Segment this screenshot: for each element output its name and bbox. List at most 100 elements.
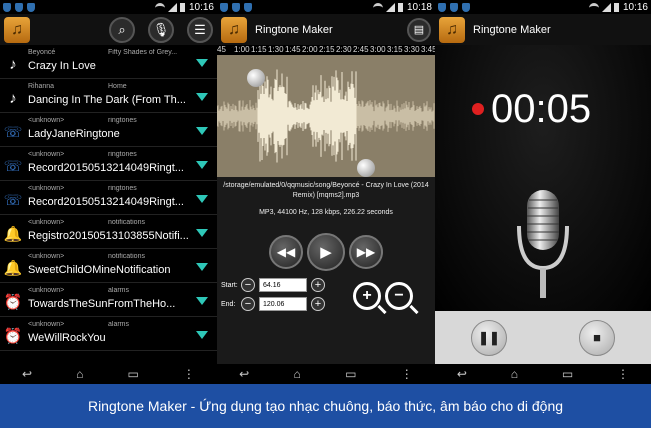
expand-arrow-icon[interactable] bbox=[196, 297, 208, 305]
home-icon[interactable]: ⌂ bbox=[511, 367, 518, 381]
home-icon[interactable]: ⌂ bbox=[294, 367, 301, 381]
ruler-tick-label: 1:45 bbox=[285, 45, 301, 54]
start-marker-handle[interactable] bbox=[247, 69, 265, 87]
recents-icon[interactable]: ▭ bbox=[345, 367, 356, 381]
fast-forward-button[interactable]: ▶▶ bbox=[349, 235, 383, 269]
zoom-in-button[interactable]: + bbox=[353, 282, 381, 310]
list-item[interactable]: 🔔 <unknown> notifications Registro201505131… bbox=[0, 215, 217, 249]
list-item[interactable]: ♪ Rihanna Home Dancing In The Dark (From Th… bbox=[0, 79, 217, 113]
list-item[interactable]: 🔔 <unknown> notifications SweetChildOMineNo… bbox=[0, 249, 217, 283]
start-input[interactable] bbox=[259, 278, 307, 292]
recorder-screen: 10:16 ♫ Ringtone Maker 00:05 ❚❚ ■ ↩ ⌂ ▭ … bbox=[435, 0, 651, 384]
toolbar: ♫ Ringtone Maker bbox=[435, 14, 651, 45]
shield-icon bbox=[462, 2, 470, 12]
list-item-title: Record20150513214049Ringt... bbox=[28, 162, 184, 174]
music-note-icon: ♪ bbox=[9, 55, 17, 73]
list-item-title: WeWillRockYou bbox=[28, 332, 106, 344]
list-item-title: Record20150513214049Ringt... bbox=[28, 196, 184, 208]
transport-controls: ◀◀ ▶ ▶▶ bbox=[217, 229, 435, 275]
wifi-icon bbox=[154, 3, 165, 11]
end-increment-button[interactable]: + bbox=[311, 297, 325, 311]
expand-arrow-icon[interactable] bbox=[196, 59, 208, 67]
zoom-out-button[interactable]: − bbox=[385, 282, 413, 310]
song-list: ♪ Beyoncé Fifty Shades of Grey... Crazy In … bbox=[0, 45, 217, 351]
list-item-artist: <unknown> bbox=[28, 321, 65, 328]
list-item-album: ringtones bbox=[108, 185, 137, 192]
signal-icon bbox=[601, 2, 611, 12]
list-item-artist: Rihanna bbox=[28, 83, 55, 90]
ruler-tick-label: 2:00 bbox=[302, 45, 318, 54]
save-button[interactable]: ▤ bbox=[407, 17, 431, 42]
list-item[interactable]: ☏ <unknown> ringtones Record20150513214049R… bbox=[0, 147, 217, 181]
nav-bar: ↩ ⌂ ▭ ⋮ bbox=[435, 364, 651, 384]
pause-button[interactable]: ❚❚ bbox=[471, 319, 507, 356]
battery-icon bbox=[397, 2, 403, 12]
waveform[interactable] bbox=[217, 55, 435, 177]
battery-icon bbox=[613, 2, 619, 12]
expand-arrow-icon[interactable] bbox=[196, 161, 208, 169]
expand-arrow-icon[interactable] bbox=[196, 127, 208, 135]
start-increment-button[interactable]: + bbox=[311, 278, 325, 292]
recording-indicator-icon bbox=[472, 103, 484, 115]
app-logo-icon[interactable]: ♫ bbox=[221, 16, 247, 43]
shield-icon bbox=[220, 2, 228, 12]
time-ruler: 45 1:00 1:15 1:30 1:45 2:00 2:15 2:30 2:45 3:00 3:… bbox=[217, 45, 435, 55]
list-item[interactable]: ☏ <unknown> ringtones Record20150513214049R… bbox=[0, 181, 217, 215]
end-input[interactable] bbox=[259, 297, 307, 311]
wifi-icon bbox=[588, 3, 599, 11]
microphone-icon: 🎙 bbox=[152, 21, 170, 37]
search-button[interactable]: ⌕ bbox=[109, 16, 135, 43]
bell-icon: 🔔 bbox=[3, 260, 23, 277]
expand-arrow-icon[interactable] bbox=[196, 195, 208, 203]
play-icon: ▶ bbox=[320, 244, 332, 261]
phone-icon: ☏ bbox=[3, 158, 23, 175]
end-decrement-button[interactable]: − bbox=[241, 297, 255, 311]
list-item-title: Crazy In Love bbox=[28, 60, 96, 72]
menu-button[interactable]: ☰ bbox=[187, 16, 213, 43]
caption-banner: Ringtone Maker - Ứng dụng tạo nhạc chuôn… bbox=[0, 384, 651, 428]
list-item-title: LadyJaneRingtone bbox=[28, 128, 120, 140]
list-item[interactable]: ☏ <unknown> ringtones LadyJaneRingtone bbox=[0, 113, 217, 147]
list-icon: ☰ bbox=[194, 21, 206, 37]
more-icon[interactable]: ⋮ bbox=[183, 367, 195, 381]
back-icon[interactable]: ↩ bbox=[22, 367, 32, 381]
app-logo-icon[interactable]: ♫ bbox=[4, 16, 30, 43]
clock: 10:16 bbox=[188, 1, 214, 13]
back-icon[interactable]: ↩ bbox=[457, 367, 467, 381]
ruler-tick-label: 3:15 bbox=[387, 45, 403, 54]
record-button[interactable]: 🎙 bbox=[148, 16, 174, 43]
recents-icon[interactable]: ▭ bbox=[128, 367, 139, 381]
start-decrement-button[interactable]: − bbox=[241, 278, 255, 292]
clock: 10:18 bbox=[406, 1, 432, 13]
ruler-tick-label: 1:15 bbox=[251, 45, 267, 54]
ruler-tick-label: 2:30 bbox=[336, 45, 352, 54]
list-item-title: Registro20150513103855Notifi... bbox=[28, 230, 188, 242]
list-item-artist: <unknown> bbox=[28, 185, 65, 192]
shield-icon bbox=[244, 2, 252, 12]
recents-icon[interactable]: ▭ bbox=[562, 367, 573, 381]
ruler-tick-label: 1:00 bbox=[234, 45, 250, 54]
expand-arrow-icon[interactable] bbox=[196, 229, 208, 237]
list-item[interactable]: ⏰ <unknown> alarms TowardsTheSunFromTheHo..… bbox=[0, 283, 217, 317]
home-icon[interactable]: ⌂ bbox=[76, 367, 83, 381]
back-icon[interactable]: ↩ bbox=[239, 367, 249, 381]
list-item[interactable]: ♪ Beyoncé Fifty Shades of Grey... Crazy In … bbox=[0, 45, 217, 79]
file-info: MP3, 44100 Hz, 128 kbps, 226.22 seconds bbox=[259, 209, 393, 216]
list-item[interactable]: ⏰ <unknown> alarms WeWillRockYou bbox=[0, 317, 217, 351]
expand-arrow-icon[interactable] bbox=[196, 93, 208, 101]
play-button[interactable]: ▶ bbox=[307, 233, 345, 271]
zoom-out-icon: − bbox=[394, 287, 404, 304]
expand-arrow-icon[interactable] bbox=[196, 263, 208, 271]
expand-arrow-icon[interactable] bbox=[196, 331, 208, 339]
ruler-tick-label: 45 bbox=[217, 45, 226, 54]
stop-button[interactable]: ■ bbox=[579, 319, 615, 356]
more-icon[interactable]: ⋮ bbox=[617, 367, 629, 381]
app-logo-icon[interactable]: ♫ bbox=[439, 16, 465, 43]
rewind-button[interactable]: ◀◀ bbox=[269, 235, 303, 269]
list-item-title: Dancing In The Dark (From Th... bbox=[28, 94, 186, 106]
end-marker-handle[interactable] bbox=[357, 159, 375, 177]
more-icon[interactable]: ⋮ bbox=[401, 367, 413, 381]
alarm-clock-icon: ⏰ bbox=[3, 328, 23, 345]
status-bar: 10:18 bbox=[217, 0, 435, 14]
bell-icon: 🔔 bbox=[3, 226, 23, 243]
